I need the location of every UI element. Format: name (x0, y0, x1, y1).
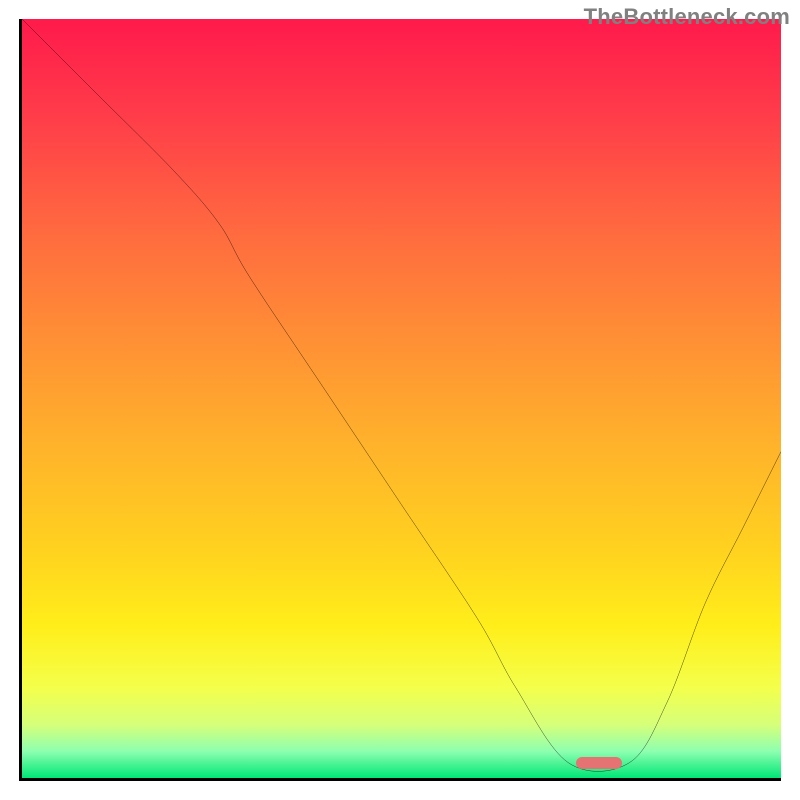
bottleneck-chart: TheBottleneck.com (0, 0, 800, 800)
watermark-label: TheBottleneck.com (584, 4, 790, 30)
chart-canvas (22, 19, 781, 778)
optimal-marker (576, 757, 622, 769)
gradient-background (22, 19, 781, 778)
